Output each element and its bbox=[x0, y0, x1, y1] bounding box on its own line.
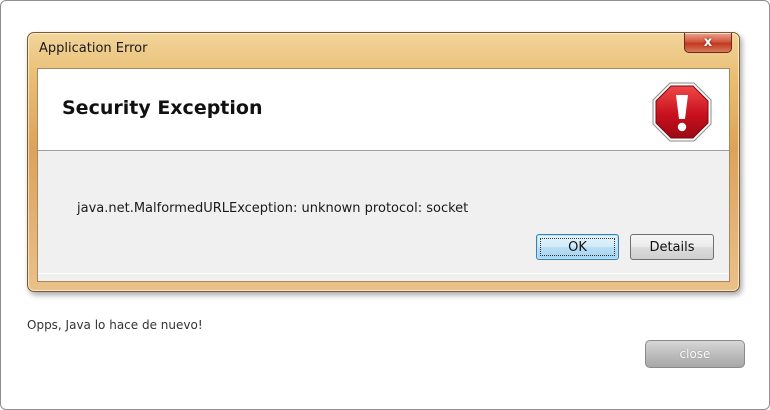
dialog-heading: Security Exception bbox=[62, 97, 263, 119]
close-icon: x bbox=[703, 35, 713, 50]
details-button-label: Details bbox=[649, 239, 695, 255]
error-dialog-window: Application Error x Security Exception j… bbox=[27, 32, 740, 292]
dialog-footer bbox=[38, 273, 729, 281]
window-close-button[interactable]: x bbox=[684, 33, 732, 53]
close-button-label: close bbox=[679, 347, 711, 361]
ok-button[interactable]: OK bbox=[536, 234, 619, 260]
details-button[interactable]: Details bbox=[630, 234, 714, 260]
close-button[interactable]: close bbox=[645, 340, 745, 368]
dialog-header: Security Exception bbox=[38, 69, 729, 151]
popup-page: Application Error x Security Exception j… bbox=[0, 0, 770, 410]
dialog-client-area: Security Exception java.net.MalformedURL… bbox=[37, 68, 730, 282]
ok-button-label: OK bbox=[568, 239, 587, 255]
error-message: java.net.MalformedURLException: unknown … bbox=[77, 201, 469, 216]
dialog-title: Application Error bbox=[39, 41, 148, 56]
stop-exclamation-icon bbox=[652, 82, 712, 142]
page-caption: Opps, Java lo hace de nuevo! bbox=[27, 318, 203, 332]
